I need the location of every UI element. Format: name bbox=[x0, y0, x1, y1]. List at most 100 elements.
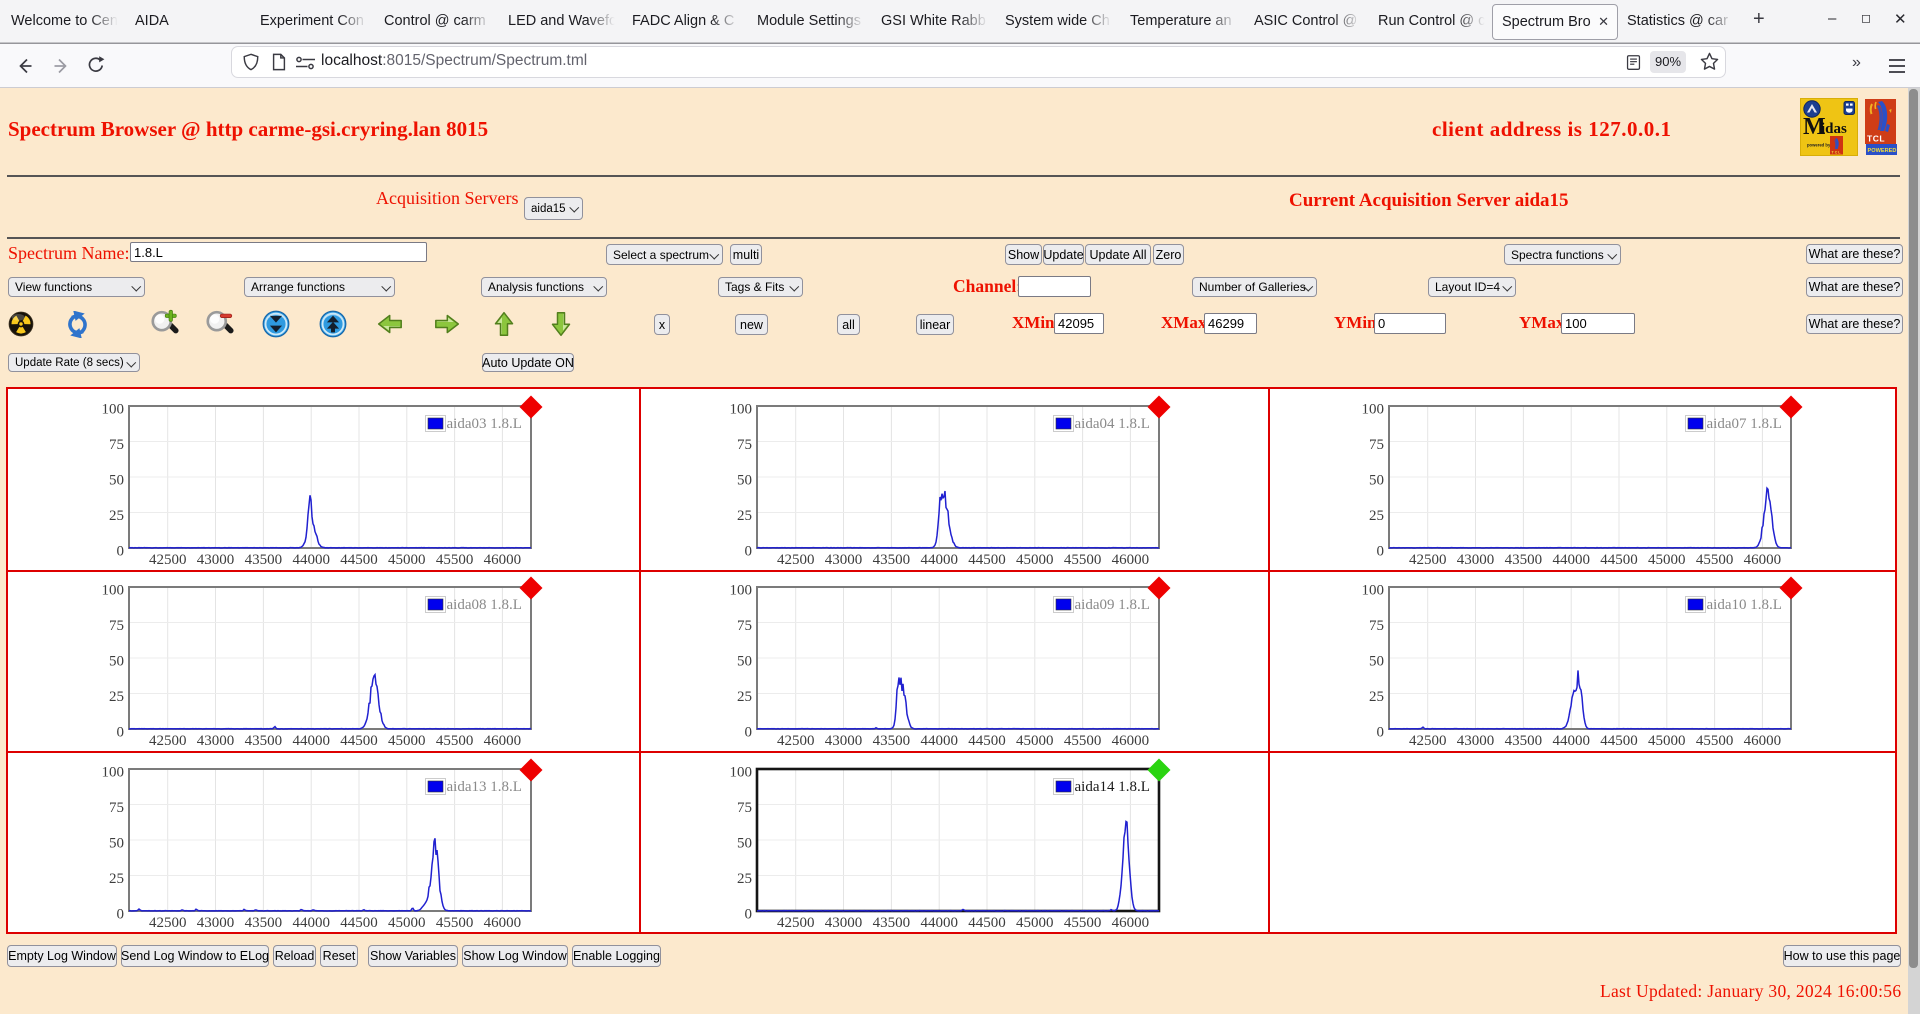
svg-text:TCL: TCL bbox=[1867, 134, 1885, 144]
svg-text:44500: 44500 bbox=[968, 915, 1006, 931]
svg-text:25: 25 bbox=[1369, 689, 1384, 705]
svg-text:aida09 1.8.L: aida09 1.8.L bbox=[1074, 597, 1149, 613]
svg-text:46000: 46000 bbox=[483, 733, 521, 749]
svg-text:45500: 45500 bbox=[435, 915, 473, 931]
svg-text:25: 25 bbox=[109, 508, 124, 524]
svg-text:45000: 45000 bbox=[1648, 733, 1686, 749]
svg-text:43000: 43000 bbox=[824, 733, 862, 749]
svg-text:44000: 44000 bbox=[920, 552, 958, 568]
svg-text:aida03 1.8.L: aida03 1.8.L bbox=[446, 416, 521, 432]
svg-text:45500: 45500 bbox=[1063, 733, 1101, 749]
svg-text:42500: 42500 bbox=[1408, 552, 1446, 568]
svg-text:25: 25 bbox=[737, 689, 752, 705]
svg-text:45000: 45000 bbox=[1016, 552, 1054, 568]
svg-text:45500: 45500 bbox=[1695, 552, 1733, 568]
svg-text:45000: 45000 bbox=[1016, 733, 1054, 749]
svg-text:43500: 43500 bbox=[244, 733, 282, 749]
svg-text:75: 75 bbox=[737, 800, 752, 816]
svg-text:aida08 1.8.L: aida08 1.8.L bbox=[446, 597, 521, 613]
svg-text:44500: 44500 bbox=[968, 552, 1006, 568]
svg-text:25: 25 bbox=[737, 871, 752, 887]
svg-text:46000: 46000 bbox=[483, 915, 521, 931]
svg-text:44500: 44500 bbox=[340, 915, 378, 931]
svg-text:42500: 42500 bbox=[148, 733, 186, 749]
svg-text:75: 75 bbox=[737, 437, 752, 453]
svg-text:25: 25 bbox=[109, 689, 124, 705]
svg-text:43500: 43500 bbox=[1504, 552, 1542, 568]
svg-text:75: 75 bbox=[109, 437, 124, 453]
svg-text:43500: 43500 bbox=[244, 915, 282, 931]
svg-text:50: 50 bbox=[737, 654, 752, 670]
svg-text:50: 50 bbox=[737, 473, 752, 489]
svg-text:75: 75 bbox=[109, 800, 124, 816]
svg-text:0: 0 bbox=[744, 725, 752, 741]
svg-text:43500: 43500 bbox=[244, 552, 282, 568]
svg-text:43000: 43000 bbox=[1456, 552, 1494, 568]
svg-text:43000: 43000 bbox=[196, 552, 234, 568]
svg-text:45000: 45000 bbox=[388, 552, 426, 568]
svg-text:43000: 43000 bbox=[824, 915, 862, 931]
svg-text:43000: 43000 bbox=[824, 552, 862, 568]
svg-text:42500: 42500 bbox=[1408, 733, 1446, 749]
svg-text:T C L: T C L bbox=[1832, 151, 1842, 155]
svg-text:42500: 42500 bbox=[776, 733, 814, 749]
svg-text:50: 50 bbox=[109, 473, 124, 489]
svg-text:44000: 44000 bbox=[1552, 733, 1590, 749]
svg-text:75: 75 bbox=[737, 618, 752, 634]
svg-text:25: 25 bbox=[109, 871, 124, 887]
svg-text:50: 50 bbox=[737, 835, 752, 851]
svg-text:44500: 44500 bbox=[340, 733, 378, 749]
svg-text:75: 75 bbox=[109, 618, 124, 634]
svg-text:45500: 45500 bbox=[435, 733, 473, 749]
svg-text:0: 0 bbox=[1376, 725, 1384, 741]
svg-text:100: 100 bbox=[101, 764, 124, 780]
svg-text:100: 100 bbox=[101, 402, 124, 418]
svg-text:46000: 46000 bbox=[1743, 552, 1781, 568]
svg-text:POWERED: POWERED bbox=[1868, 148, 1897, 154]
svg-text:44000: 44000 bbox=[920, 733, 958, 749]
svg-text:45500: 45500 bbox=[1695, 733, 1733, 749]
svg-text:100: 100 bbox=[729, 402, 752, 418]
svg-text:46000: 46000 bbox=[1111, 733, 1149, 749]
svg-text:42500: 42500 bbox=[148, 915, 186, 931]
svg-text:44000: 44000 bbox=[292, 552, 330, 568]
svg-text:50: 50 bbox=[1369, 654, 1384, 670]
svg-text:aida04 1.8.L: aida04 1.8.L bbox=[1074, 416, 1149, 432]
svg-text:100: 100 bbox=[729, 583, 752, 599]
svg-text:44500: 44500 bbox=[1600, 552, 1638, 568]
svg-text:43500: 43500 bbox=[872, 733, 910, 749]
svg-text:43500: 43500 bbox=[872, 552, 910, 568]
svg-text:50: 50 bbox=[109, 835, 124, 851]
svg-text:43000: 43000 bbox=[1456, 733, 1494, 749]
svg-text:42500: 42500 bbox=[776, 552, 814, 568]
svg-text:45500: 45500 bbox=[1063, 915, 1101, 931]
svg-text:44000: 44000 bbox=[292, 733, 330, 749]
svg-text:powered by: powered by bbox=[1807, 143, 1831, 148]
svg-text:0: 0 bbox=[116, 725, 124, 741]
svg-text:44500: 44500 bbox=[340, 552, 378, 568]
svg-text:aida07 1.8.L: aida07 1.8.L bbox=[1706, 416, 1781, 432]
svg-text:0: 0 bbox=[116, 544, 124, 560]
svg-text:45000: 45000 bbox=[1016, 915, 1054, 931]
svg-text:45000: 45000 bbox=[388, 733, 426, 749]
svg-text:aida10 1.8.L: aida10 1.8.L bbox=[1706, 597, 1781, 613]
svg-text:43500: 43500 bbox=[1504, 733, 1542, 749]
svg-text:46000: 46000 bbox=[483, 552, 521, 568]
svg-text:42500: 42500 bbox=[148, 552, 186, 568]
svg-text:44000: 44000 bbox=[1552, 552, 1590, 568]
svg-text:43500: 43500 bbox=[872, 915, 910, 931]
svg-text:aida14 1.8.L: aida14 1.8.L bbox=[1074, 779, 1149, 795]
svg-text:45000: 45000 bbox=[388, 915, 426, 931]
svg-text:0: 0 bbox=[116, 906, 124, 922]
svg-text:100: 100 bbox=[1361, 402, 1384, 418]
svg-text:45500: 45500 bbox=[1063, 552, 1101, 568]
svg-text:100: 100 bbox=[1361, 583, 1384, 599]
svg-text:aida13 1.8.L: aida13 1.8.L bbox=[446, 779, 521, 795]
svg-text:100: 100 bbox=[729, 764, 752, 780]
svg-text:50: 50 bbox=[109, 654, 124, 670]
svg-text:45000: 45000 bbox=[1648, 552, 1686, 568]
svg-text:0: 0 bbox=[744, 544, 752, 560]
svg-text:44500: 44500 bbox=[1600, 733, 1638, 749]
svg-text:25: 25 bbox=[1369, 508, 1384, 524]
svg-text:46000: 46000 bbox=[1111, 552, 1149, 568]
